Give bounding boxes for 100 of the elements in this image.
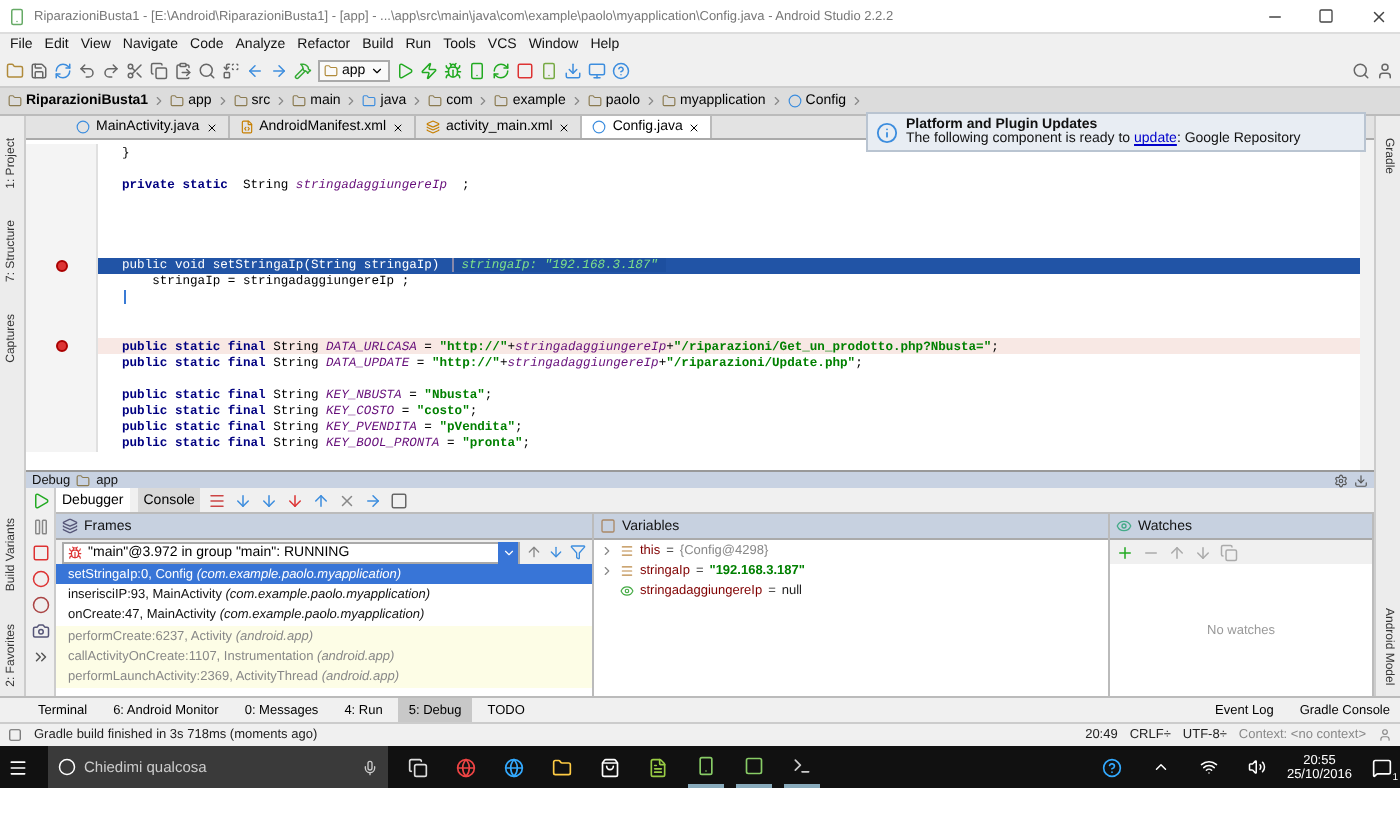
class-icon — [76, 120, 90, 134]
user-icon[interactable] — [1378, 728, 1392, 742]
chevron-icon — [274, 94, 289, 108]
chevron-icon — [476, 94, 491, 108]
folder-icon — [324, 64, 338, 78]
stop-icon[interactable] — [515, 62, 534, 80]
folder-icon — [76, 473, 91, 487]
caret-icon — [498, 541, 518, 563]
folder-icon — [8, 94, 22, 108]
window-icon — [744, 755, 764, 775]
volume-icon — [1247, 758, 1266, 776]
device-icon[interactable] — [467, 62, 486, 80]
gutter-cell[interactable] — [26, 144, 98, 161]
monitor-icon[interactable] — [587, 62, 606, 80]
expand-icon[interactable] — [600, 543, 614, 557]
static-field-icon — [620, 583, 634, 597]
lines-icon[interactable] — [208, 491, 227, 509]
field-icon — [620, 563, 634, 577]
folder-icon[interactable] — [6, 62, 24, 80]
settings-icon[interactable] — [1334, 473, 1348, 487]
save-icon[interactable] — [30, 62, 48, 80]
close-icon — [392, 121, 405, 133]
back-icon[interactable] — [246, 62, 264, 80]
step-into-icon[interactable] — [260, 491, 279, 509]
globe-icon — [456, 757, 476, 777]
menu-icon — [8, 757, 28, 777]
help-icon — [1102, 757, 1123, 777]
folder-icon — [362, 94, 377, 108]
mic-icon — [362, 759, 378, 775]
lightning-icon[interactable] — [419, 62, 438, 80]
help-icon[interactable] — [611, 62, 630, 80]
up-icon[interactable] — [526, 544, 542, 560]
chevron-up-icon — [1151, 758, 1170, 776]
info-icon — [876, 121, 898, 143]
force-step-into-icon[interactable] — [286, 491, 305, 509]
user-icon[interactable] — [1376, 62, 1394, 80]
chevron-icon — [344, 94, 359, 108]
wifi-icon — [1199, 758, 1218, 776]
breakpoint-icon[interactable] — [56, 259, 68, 272]
folder-icon — [494, 94, 509, 108]
message-icon — [1372, 757, 1392, 777]
folder-icon — [428, 94, 443, 108]
download-icon[interactable] — [563, 62, 582, 80]
step-out-icon[interactable] — [312, 491, 331, 509]
chevron-icon — [152, 94, 167, 108]
frames-icon — [62, 518, 78, 534]
class-icon — [787, 94, 802, 108]
copy-icon[interactable] — [150, 62, 168, 80]
chevron-icon — [850, 94, 865, 108]
stop-icon[interactable] — [31, 544, 49, 562]
chevron-icon — [643, 94, 658, 108]
undo-icon[interactable] — [78, 62, 96, 80]
debug-icon[interactable] — [443, 62, 462, 80]
phone-icon[interactable] — [539, 62, 558, 80]
folder-icon — [233, 94, 248, 108]
expand-icon[interactable] — [600, 563, 614, 577]
down-icon[interactable] — [548, 544, 564, 560]
forward-icon[interactable] — [270, 62, 288, 80]
folder-icon — [170, 94, 185, 108]
close-icon — [1369, 7, 1387, 25]
document-icon — [648, 757, 668, 777]
pause-icon[interactable] — [31, 518, 49, 536]
folder-icon — [587, 94, 602, 108]
breakpoint-icon[interactable] — [56, 340, 68, 353]
run-to-cursor-icon[interactable] — [364, 491, 383, 509]
chevron-icon — [769, 94, 784, 108]
bag-icon — [600, 757, 620, 777]
chevron-icon — [569, 94, 584, 108]
globe-icon — [504, 757, 524, 777]
sync-icon[interactable] — [54, 62, 72, 80]
terminal-icon — [792, 755, 812, 775]
down-icon[interactable] — [1194, 543, 1212, 561]
folder-icon — [292, 94, 307, 108]
maximize-icon — [1318, 8, 1334, 24]
class-icon — [592, 120, 607, 134]
run-icon[interactable] — [395, 62, 414, 80]
bug-icon — [68, 545, 82, 559]
chevron-icon — [215, 94, 230, 108]
paste-icon[interactable] — [174, 62, 192, 80]
up-icon[interactable] — [1168, 543, 1186, 561]
camera-icon[interactable] — [31, 622, 49, 640]
step-over-icon[interactable] — [234, 491, 253, 509]
filter-icon[interactable] — [570, 544, 586, 560]
phone-icon — [696, 755, 716, 775]
field-icon — [620, 543, 634, 557]
rerun-icon[interactable] — [491, 62, 510, 80]
text-cursor — [124, 290, 126, 305]
caret-icon — [369, 64, 384, 78]
breakpoints-icon[interactable] — [31, 570, 49, 588]
search-icon[interactable] — [1352, 62, 1370, 80]
watches-icon — [1116, 518, 1132, 534]
folder-icon — [661, 94, 676, 108]
cut-icon[interactable] — [126, 62, 144, 80]
more-icon[interactable] — [31, 648, 49, 666]
search-icon[interactable] — [198, 62, 216, 80]
close-icon — [205, 121, 218, 133]
hammer-icon[interactable] — [294, 62, 312, 80]
add-icon[interactable] — [1116, 543, 1134, 561]
redo-icon[interactable] — [102, 62, 120, 80]
resume-icon[interactable] — [31, 492, 49, 510]
